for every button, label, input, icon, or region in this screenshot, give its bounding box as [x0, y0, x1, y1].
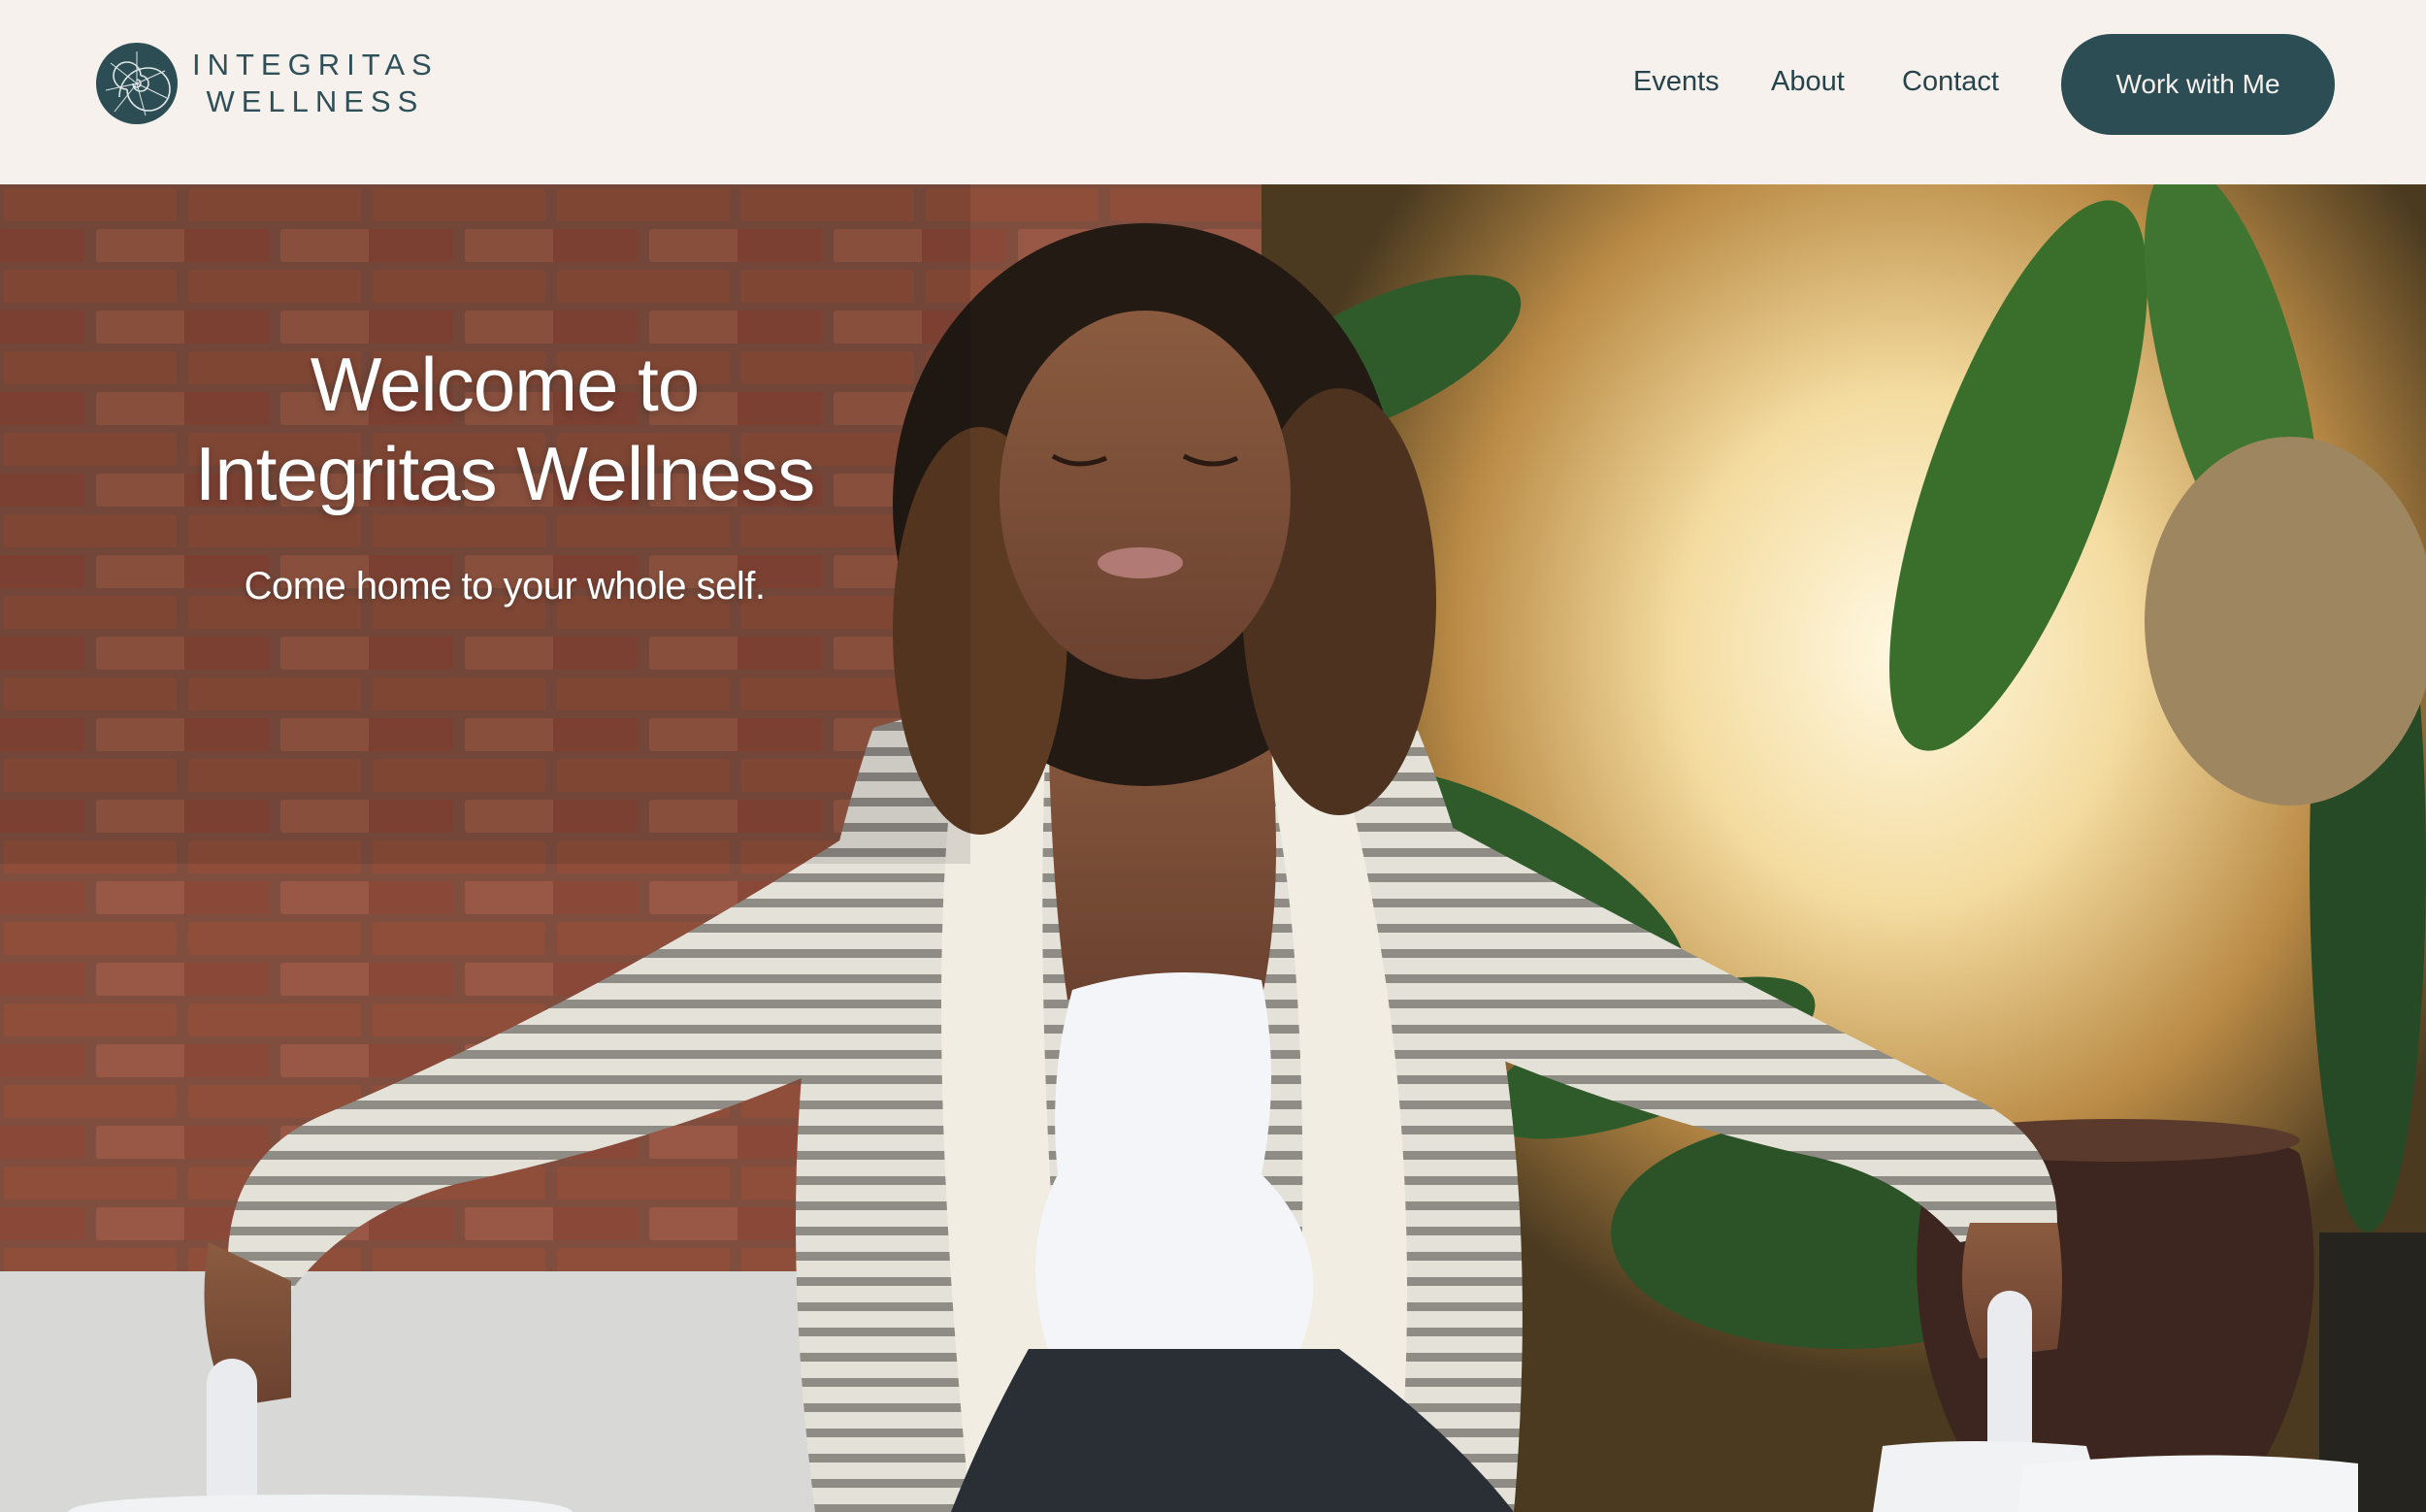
hero-subtitle: Come home to your whole self. — [244, 565, 766, 608]
brand-line-1: INTEGRITAS — [192, 48, 439, 82]
hero-copy: Welcome to Integritas Wellness Come home… — [126, 340, 883, 608]
nautilus-shell-icon — [96, 43, 178, 124]
nav-link-events[interactable]: Events — [1633, 66, 1720, 98]
nav-link-contact[interactable]: Contact — [1902, 66, 1999, 98]
hero-section: Welcome to Integritas Wellness Come home… — [0, 184, 2426, 1512]
site-header: INTEGRITAS WELLNESS Events About Contact… — [0, 0, 2426, 184]
hero-title-line-1: Welcome to — [310, 342, 700, 427]
nav-link-about[interactable]: About — [1771, 66, 1845, 98]
brand-wordmark: INTEGRITAS WELLNESS — [192, 47, 439, 120]
work-with-me-button[interactable]: Work with Me — [2061, 34, 2335, 135]
brand-logo[interactable]: INTEGRITAS WELLNESS — [95, 42, 439, 125]
hero-title-line-2: Integritas Wellness — [194, 431, 816, 516]
brand-line-2: WELLNESS — [206, 84, 425, 118]
hero-title: Welcome to Integritas Wellness — [126, 340, 883, 518]
